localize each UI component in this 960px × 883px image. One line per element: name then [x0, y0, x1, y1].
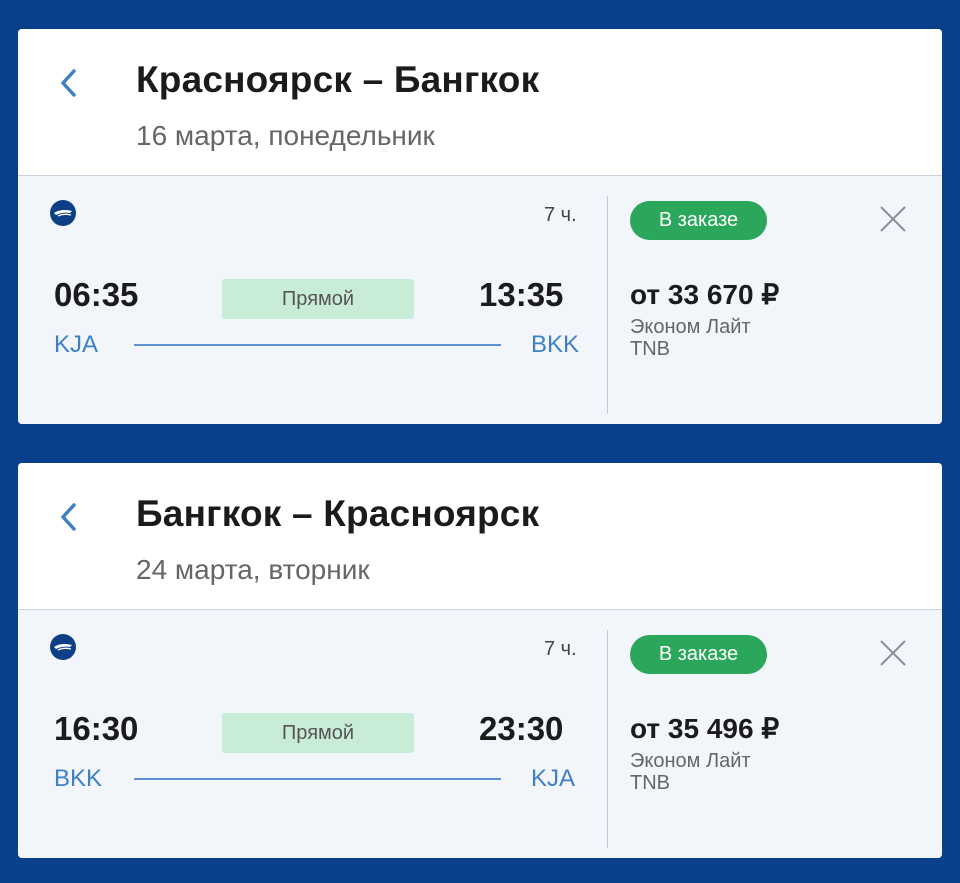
- close-icon[interactable]: [878, 638, 908, 668]
- route-title: Красноярск – Бангкок: [136, 59, 540, 100]
- arrival-airport-code: BKK: [531, 331, 580, 358]
- divider: [607, 630, 608, 848]
- arrival-time: 23:30: [479, 710, 564, 747]
- fare-code: TNB: [630, 772, 670, 794]
- route-line: [134, 778, 501, 780]
- card-header: Красноярск – Бангкок 16 марта, понедельн…: [18, 29, 942, 175]
- price: от 35 496 ₽: [630, 713, 780, 744]
- fare-name: Эконом Лайт: [630, 316, 751, 338]
- fare-code: TNB: [630, 338, 670, 360]
- flight-segment[interactable]: 7 ч. 06:35 Прямой 13:35 KJA BKK В заказе…: [18, 175, 942, 424]
- flight-duration: 7 ч.: [544, 204, 577, 226]
- card-header: Бангкок – Красноярск 24 марта, вторник: [18, 463, 942, 609]
- departure-airport-code: BKK: [54, 765, 103, 792]
- departure-airport-code: KJA: [54, 331, 99, 358]
- flight-segment[interactable]: 7 ч. 16:30 Прямой 23:30 BKK KJA В заказе…: [18, 609, 942, 858]
- price: от 33 670 ₽: [630, 279, 780, 310]
- flight-duration: 7 ч.: [544, 638, 577, 660]
- flight-card-return: Бангкок – Красноярск 24 марта, вторник 7…: [18, 463, 942, 858]
- close-icon[interactable]: [878, 204, 908, 234]
- chevron-left-icon[interactable]: [54, 499, 84, 535]
- route-line: [134, 344, 501, 346]
- departure-time: 06:35: [54, 276, 139, 313]
- arrival-time: 13:35: [479, 276, 564, 313]
- route-title: Бангкок – Красноярск: [136, 493, 540, 534]
- flight-date: 24 марта, вторник: [136, 554, 370, 585]
- status-badge: В заказе: [630, 201, 767, 240]
- fare-info: Эконом Лайт TNB: [630, 750, 751, 794]
- arrival-airport-code: KJA: [531, 765, 576, 792]
- airline-logo-icon: [50, 634, 76, 660]
- fare-info: Эконом Лайт TNB: [630, 316, 751, 360]
- airline-logo-icon: [50, 200, 76, 226]
- departure-time: 16:30: [54, 710, 139, 747]
- flight-date: 16 марта, понедельник: [136, 120, 435, 151]
- status-badge: В заказе: [630, 635, 767, 674]
- chevron-left-icon[interactable]: [54, 65, 84, 101]
- direct-flight-badge: Прямой: [222, 279, 414, 319]
- fare-name: Эконом Лайт: [630, 750, 751, 772]
- direct-flight-badge: Прямой: [222, 713, 414, 753]
- flight-card-outbound: Красноярск – Бангкок 16 марта, понедельн…: [18, 29, 942, 424]
- divider: [607, 196, 608, 414]
